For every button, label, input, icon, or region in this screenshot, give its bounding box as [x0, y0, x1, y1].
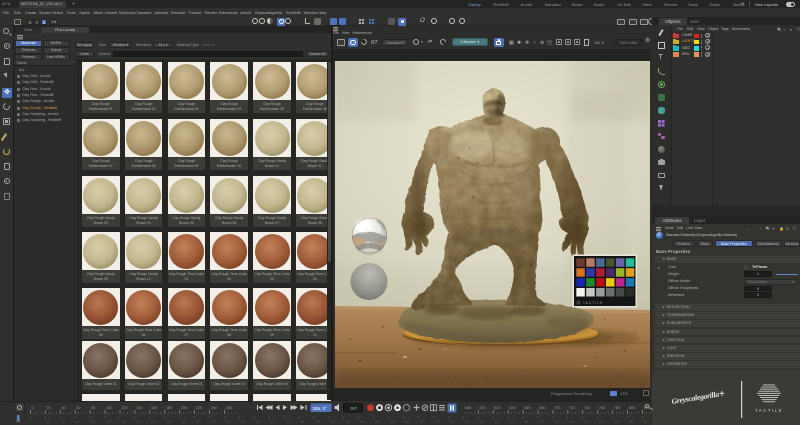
svg-text:460: 460	[375, 420, 380, 424]
svg-text:680: 680	[539, 406, 545, 410]
svg-text:780: 780	[614, 406, 620, 410]
svg-text:60: 60	[76, 406, 80, 410]
svg-text:TACTILE: TACTILE	[583, 301, 604, 305]
svg-text:640: 640	[509, 420, 514, 424]
svg-text:255, 0º: 255, 0º	[313, 406, 328, 411]
svg-text:340: 340	[285, 420, 290, 424]
svg-text:600: 600	[479, 406, 485, 410]
svg-text:700: 700	[554, 420, 559, 424]
svg-text:100: 100	[106, 420, 111, 424]
svg-text:180: 180	[166, 406, 172, 410]
svg-text:400: 400	[330, 420, 335, 424]
svg-text:260: 260	[226, 420, 231, 424]
svg-text:Greyscalegorilla: Greyscalegorilla	[671, 390, 720, 406]
svg-text:760: 760	[599, 406, 605, 410]
svg-text:660: 660	[524, 406, 530, 410]
svg-text:760: 760	[599, 420, 604, 424]
svg-text:120: 120	[121, 420, 126, 424]
svg-text:480: 480	[390, 420, 395, 424]
svg-text:720: 720	[569, 420, 574, 424]
svg-text:220: 220	[196, 420, 201, 424]
svg-text:180: 180	[166, 420, 171, 424]
svg-text:140: 140	[136, 406, 142, 410]
svg-text:740: 740	[584, 420, 589, 424]
svg-text:100: 100	[106, 406, 112, 410]
svg-text:0 F: 0 F	[351, 406, 358, 411]
svg-text:80: 80	[91, 420, 95, 424]
svg-text:40: 40	[61, 406, 65, 410]
svg-text:620: 620	[494, 406, 500, 410]
svg-text:740: 740	[584, 406, 590, 410]
svg-text:800: 800	[629, 420, 634, 424]
svg-text:360: 360	[300, 420, 305, 424]
svg-text:0: 0	[32, 406, 34, 410]
svg-text:700: 700	[554, 406, 560, 410]
svg-text:600: 600	[479, 420, 484, 424]
svg-text:580: 580	[465, 420, 470, 424]
svg-text:220: 220	[196, 406, 202, 410]
svg-text:200: 200	[181, 406, 187, 410]
svg-text:120: 120	[121, 406, 127, 410]
svg-text:500: 500	[405, 420, 410, 424]
svg-text:0: 0	[32, 420, 34, 424]
svg-text:20: 20	[46, 406, 50, 410]
svg-text:820: 820	[644, 420, 649, 424]
svg-text:800: 800	[629, 406, 635, 410]
svg-text:160: 160	[151, 406, 157, 410]
svg-text:80: 80	[91, 406, 95, 410]
svg-text:780: 780	[614, 420, 619, 424]
svg-text:160: 160	[151, 420, 156, 424]
svg-text:+: +	[719, 389, 725, 400]
svg-text:140: 140	[136, 420, 141, 424]
svg-text:300: 300	[255, 420, 260, 424]
svg-text:640: 640	[509, 406, 515, 410]
svg-text:540: 540	[435, 420, 440, 424]
svg-text:660: 660	[524, 420, 529, 424]
svg-text:680: 680	[539, 420, 544, 424]
svg-text:260: 260	[226, 406, 232, 410]
svg-text:240: 240	[211, 420, 216, 424]
svg-text:20: 20	[46, 420, 50, 424]
svg-text:420: 420	[345, 420, 350, 424]
svg-text:320: 320	[270, 420, 275, 424]
svg-text:240: 240	[211, 406, 217, 410]
svg-text:520: 520	[420, 420, 425, 424]
svg-text:0 F: 0 F	[16, 420, 21, 424]
svg-text:280: 280	[241, 420, 246, 424]
svg-text:560: 560	[450, 420, 455, 424]
svg-text:40: 40	[61, 420, 65, 424]
svg-text:580: 580	[465, 406, 471, 410]
svg-text:200: 200	[181, 420, 186, 424]
svg-text:720: 720	[569, 406, 575, 410]
svg-text:60: 60	[76, 420, 80, 424]
svg-text:440: 440	[360, 420, 365, 424]
svg-text:380: 380	[315, 420, 320, 424]
svg-text:TACTILE: TACTILE	[755, 408, 783, 413]
svg-text:620: 620	[494, 420, 499, 424]
